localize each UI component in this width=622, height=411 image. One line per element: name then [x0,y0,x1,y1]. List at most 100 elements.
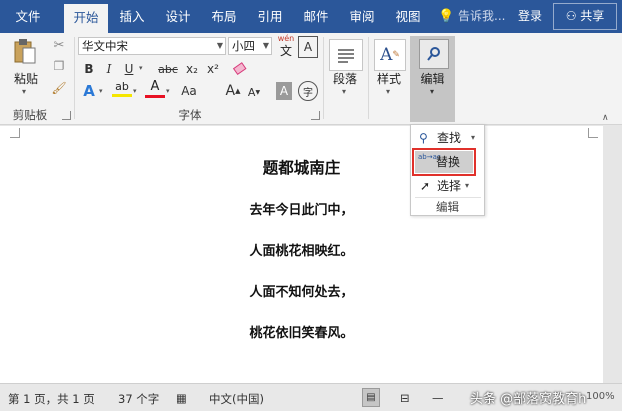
font-color-bar [145,95,165,98]
poem-line: 去年今日此门中， [249,203,354,218]
font-size-combo[interactable]: 小四 ▼ [228,37,272,55]
chevron-down-icon: ▾ [471,133,476,142]
clear-format-icon[interactable] [231,59,249,79]
clipboard-launcher-icon[interactable] [62,111,71,120]
tab-mailings[interactable]: 邮件 [294,0,338,33]
zoom-slider-line[interactable]: — [432,391,444,405]
poem-line: 桃花依旧笑春风。 [249,326,354,341]
char-shading-button[interactable]: A [276,82,292,100]
word-count[interactable]: 37 个字 [118,391,159,407]
search-icon: ⚲ [419,131,428,145]
paragraph-icon[interactable] [329,39,363,71]
tab-layout[interactable]: 布局 [202,0,246,33]
ribbon-tab-bar: 文件 开始 插入 设计 布局 引用 邮件 审阅 视图 💡 告诉我... 登录 ⚇… [0,0,622,33]
highlight-button[interactable]: ab [112,80,132,100]
chevron-down-icon[interactable]: ▾ [133,87,137,95]
change-case-button[interactable]: Aa [178,82,200,100]
paste-icon[interactable] [8,37,42,67]
superscript-button[interactable]: x² [203,60,223,78]
cut-icon[interactable]: ✂ [50,36,68,54]
copy-icon[interactable]: ❐ [50,57,68,75]
editing-dropdown-menu: ⚲ 查找 ▾ ab→ac 替换 ➚ 选择 ▾ 编辑 [410,124,485,216]
share-button[interactable]: ⚇ 共享 [553,3,617,30]
clipboard-group-label: 剪贴板 [12,108,48,122]
tab-insert[interactable]: 插入 [110,0,154,33]
editing-label: 编辑 [420,72,445,86]
login-button[interactable]: 登录 [512,0,548,33]
grow-font-button[interactable]: A ▲ [224,81,242,101]
chevron-down-icon[interactable]: ▾ [386,87,390,96]
paragraph-button[interactable]: 段落 [327,70,363,87]
zoom-percent[interactable]: 100% [586,391,615,402]
watermark-text: 头条 @部落窝教育h [470,392,587,407]
print-layout-view-icon[interactable]: ▤ [362,388,380,407]
tab-design[interactable]: 设计 [156,0,200,33]
font-size-value: 小四 [232,39,255,53]
poem-line: 人面不知何处去， [249,285,354,300]
menu-divider [415,197,481,198]
group-divider [74,37,75,119]
chevron-down-icon[interactable]: ▾ [99,87,103,95]
lightbulb-icon: 💡 [438,9,455,24]
collapse-ribbon-icon[interactable]: ∧ [602,113,609,123]
italic-button[interactable]: I [100,60,118,78]
font-launcher-icon[interactable] [311,111,320,120]
highlight-color-bar [112,94,132,97]
font-color-button[interactable]: A [145,80,165,100]
phonetic-guide-button[interactable]: wén 文 [275,34,297,58]
group-divider [368,37,369,119]
font-family-value: 华文中宋 [82,39,128,53]
chevron-down-icon: ▼ [262,41,269,50]
subscript-button[interactable]: x₂ [182,60,202,78]
chevron-down-icon: ▾ [465,181,470,190]
font-family-combo[interactable]: 华文中宋 ▼ [78,37,226,55]
phonetic-label: wén [277,34,295,43]
chevron-down-icon[interactable]: ▾ [342,87,346,96]
styles-button[interactable]: 样式 [371,70,407,87]
document-page[interactable]: 题都城南庄 去年今日此门中， 人面桃花相映红。 人面不知何处去， 桃花依旧笑春风… [0,126,603,383]
font-color-glyph: A [150,79,160,94]
find-menu-item[interactable]: ⚲ 查找 ▾ [413,128,482,148]
page-count[interactable]: 第 1 页，共 1 页 [8,391,95,407]
proofing-icon[interactable]: ▦ [176,391,187,405]
phonetic-char: 文 [279,44,292,58]
ribbon-home: 粘贴 ▾ ✂ ❐ 🖌 剪贴板 华文中宋 ▼ 小四 ▼ wén 文 A B I U… [0,33,622,125]
language-indicator[interactable]: 中文(中国) [209,391,264,407]
status-bar: 第 1 页，共 1 页 37 个字 ▦ 中文(中国) ▤ ⊟ — 100% 头条… [0,383,622,411]
bold-button[interactable]: B [80,60,98,78]
shrink-font-button[interactable]: A ▼ [246,83,262,101]
format-painter-icon[interactable]: 🖌 [50,79,68,97]
styles-icon[interactable]: A ✎ [374,39,406,71]
text-effect-button[interactable]: A [80,82,98,100]
replace-icon: ab→ac [418,153,441,161]
replace-menu-item[interactable]: ab→ac 替换 [415,151,473,173]
chevron-down-icon[interactable]: ▾ [22,87,26,96]
chevron-down-icon[interactable]: ▾ [166,87,170,95]
cursor-arrow-icon: ➚ [420,179,431,193]
chevron-down-icon[interactable]: ▾ [139,64,143,72]
highlighter-icon: ab [115,80,129,93]
vertical-scroll-area[interactable] [603,126,622,383]
tab-home[interactable]: 开始 [64,4,108,33]
select-menu-item[interactable]: ➚ 选择 ▾ [413,176,482,196]
editing-button[interactable]: 编辑 ▾ [410,36,455,122]
select-label: 选择 [437,179,462,193]
tab-file[interactable]: 文件 [6,0,50,33]
char-border-button[interactable]: A [298,36,318,58]
tab-references[interactable]: 引用 [248,0,292,33]
tab-review[interactable]: 审阅 [340,0,384,33]
replace-label: 替换 [436,155,461,169]
strikethrough-button[interactable]: abc [156,60,180,78]
tell-me-box[interactable]: 💡 告诉我... [438,0,505,33]
shrink-font-glyph: A [247,85,256,99]
tab-view[interactable]: 视图 [386,0,430,33]
chevron-down-icon: ▾ [430,87,435,96]
margin-mark-left [10,128,20,138]
margin-mark-right [588,128,598,138]
underline-button[interactable]: U [120,60,138,78]
editing-group-label: 编辑 [436,200,459,214]
user-icon: ⚇ [565,9,577,23]
web-layout-view-icon[interactable]: ⊟ [400,391,410,405]
paste-button[interactable]: 粘贴 [10,70,42,87]
enclose-char-button[interactable]: 字 [298,81,318,101]
